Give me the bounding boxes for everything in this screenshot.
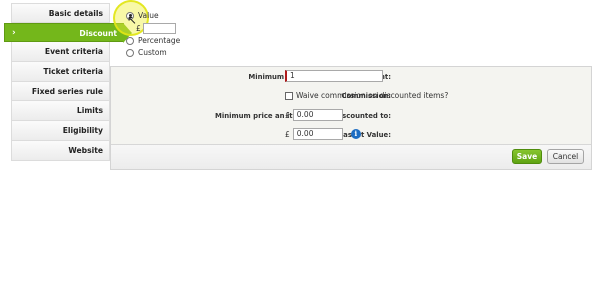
sidebar-item-event-criteria[interactable]: Event criteria	[11, 42, 110, 63]
min-basket-input[interactable]: 0.00	[292, 128, 343, 140]
min-price-field: £ 0.00	[285, 109, 343, 121]
sidebar-item-discount[interactable]: › Discount	[4, 22, 132, 43]
min-basket-field: £ 0.00 i	[285, 128, 361, 140]
sidebar: Basic details › Discount Event criteria T…	[4, 3, 132, 161]
sidebar-item-label: Fixed series rule	[31, 86, 103, 96]
waive-commission-checkbox[interactable]	[285, 91, 293, 100]
value-amount-input[interactable]	[142, 23, 176, 34]
currency-symbol: £	[285, 129, 290, 139]
min-tickets-field: 1	[285, 70, 383, 82]
option-label: Custom	[138, 48, 167, 57]
discount-form-panel: Minimum tickets required per event: 1 Co…	[110, 66, 592, 170]
discount-option-custom[interactable]: Custom	[126, 48, 167, 57]
mouse-cursor-icon: ↖	[127, 13, 138, 27]
sidebar-item-limits[interactable]: Limits	[11, 101, 110, 122]
sidebar-item-label: Eligibility	[62, 126, 103, 136]
currency-symbol: £	[285, 110, 290, 120]
sidebar-item-ticket-criteria[interactable]: Ticket criteria	[11, 62, 110, 82]
save-button[interactable]: Save	[512, 149, 542, 164]
chevron-right-icon: ›	[12, 27, 16, 38]
info-icon[interactable]: i	[350, 129, 361, 139]
waive-commission-label: Waive commission on discounted items?	[296, 91, 449, 100]
sidebar-item-label: Limits	[76, 106, 103, 116]
commission-field: Waive commission on discounted items?	[285, 91, 448, 100]
discount-option-percentage[interactable]: Percentage	[126, 36, 180, 45]
sidebar-item-website[interactable]: Website	[11, 140, 110, 161]
option-label: Percentage	[138, 36, 181, 45]
sidebar-item-basic-details[interactable]: Basic details	[11, 3, 110, 23]
row-min-basket: Minimum Basket Value: £ 0.00 i	[111, 126, 591, 145]
sidebar-item-label: Discount	[79, 28, 117, 38]
form-footer: Save Cancel	[111, 144, 591, 169]
radio-percentage[interactable]	[126, 36, 134, 45]
sidebar-item-label: Event criteria	[44, 47, 103, 57]
min-price-input[interactable]: 0.00	[292, 109, 343, 121]
sidebar-item-label: Basic details	[48, 9, 103, 18]
row-min-price: Minimum price an item can be discounted …	[111, 107, 591, 126]
sidebar-item-eligibility[interactable]: Eligibility	[11, 121, 110, 141]
cancel-button[interactable]: Cancel	[547, 149, 584, 164]
sidebar-item-fixed-series-rule[interactable]: Fixed series rule	[11, 81, 110, 102]
min-tickets-input[interactable]: 1	[285, 70, 383, 82]
row-min-tickets: Minimum tickets required per event: 1	[111, 68, 591, 87]
option-label: Value	[138, 11, 159, 20]
sidebar-item-label: Website	[68, 145, 103, 155]
sidebar-item-label: Ticket criteria	[43, 67, 103, 77]
radio-custom[interactable]	[126, 48, 134, 57]
value-amount-group: £	[136, 23, 176, 34]
row-commission: Commission: Waive commission on discount…	[111, 87, 591, 106]
